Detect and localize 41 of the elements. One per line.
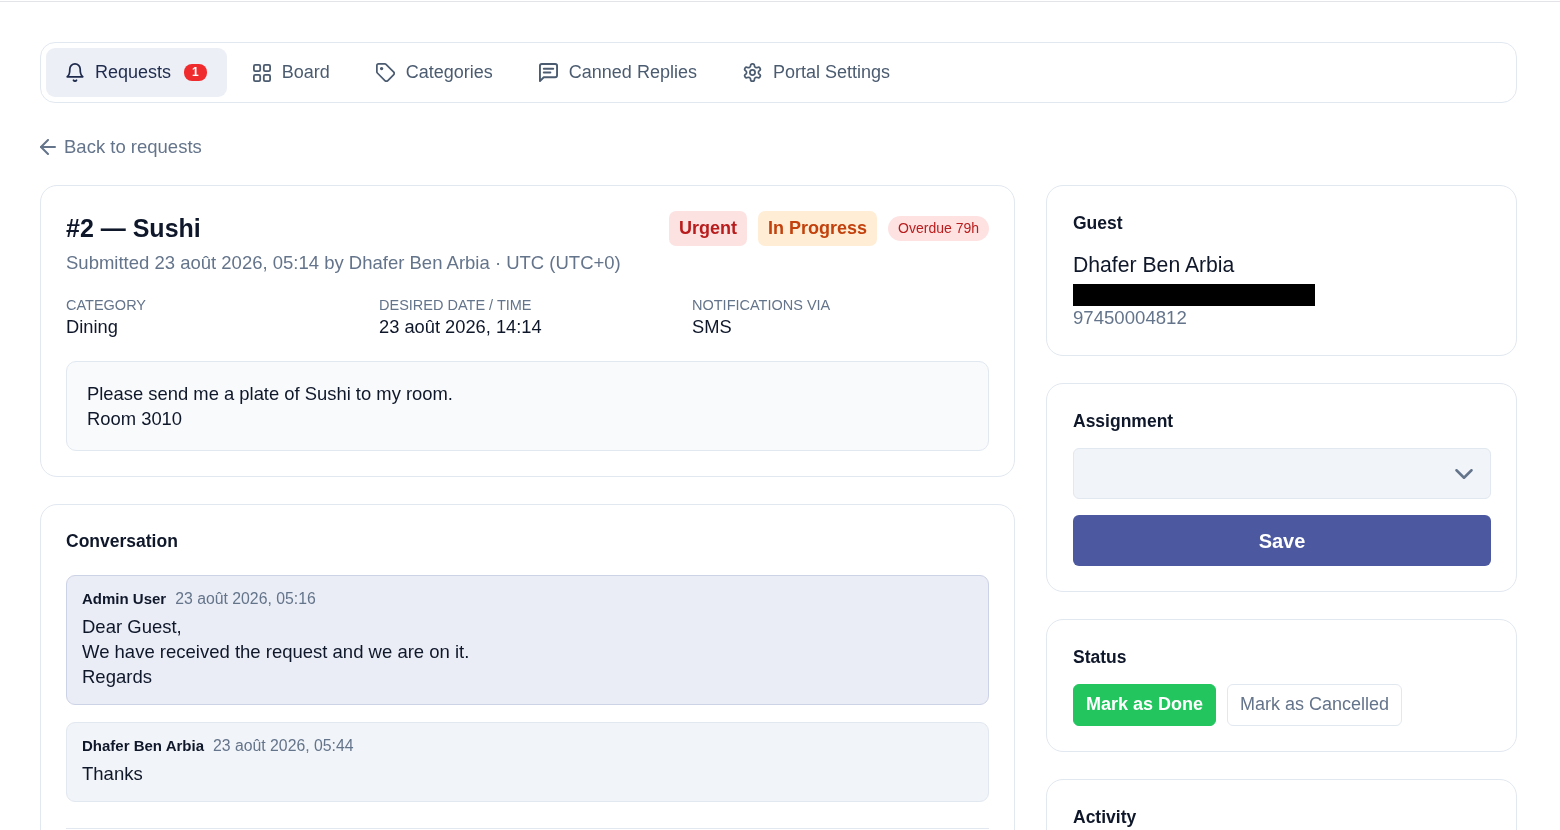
section-title: Conversation — [66, 530, 179, 552]
field-label: NOTIFICATIONS VIA — [692, 296, 832, 314]
priority-badge: Urgent — [669, 211, 747, 246]
field-label: CATEGORY — [66, 296, 148, 314]
assignee-select[interactable] — [1073, 448, 1491, 499]
mark-cancelled-button[interactable]: Mark as Cancelled — [1227, 684, 1403, 726]
submission-info: Submitted 23 août 2026, 05:14 by Dhafer Ben Arbia · UTC (UTC+0) — [66, 251, 622, 275]
grid-icon — [252, 63, 271, 82]
message-text: Thanks — [82, 762, 144, 786]
chevron-down-icon — [1455, 468, 1473, 479]
field-value: 23 août 2026, 14:14 — [379, 315, 543, 339]
field-value: SMS — [692, 315, 733, 339]
settings-icon — [742, 63, 762, 82]
back-link[interactable]: Back to requests — [40, 134, 202, 160]
message-text: Dear Guest, We have received the request and we are on it. Regards — [82, 615, 471, 689]
tab[interactable]: Categories — [355, 48, 513, 97]
tab[interactable]: Requests 1 — [46, 48, 227, 97]
request-title: #2 — Sushi — [66, 213, 201, 244]
tab[interactable]: Canned Replies — [518, 48, 717, 97]
message-time: 23 août 2026, 05:16 — [175, 590, 316, 607]
request-message: Please send me a plate of Sushi to my room. Room 3010 — [66, 361, 989, 451]
message-icon — [538, 63, 558, 82]
overdue-badge: Overdue 79h — [888, 216, 989, 241]
section-title: Status — [1073, 646, 1128, 668]
tag-icon — [375, 63, 395, 82]
message-author: Admin User — [82, 590, 167, 607]
section-title: Activity — [1073, 806, 1138, 828]
guest-phone: 97450004812 — [1073, 306, 1188, 330]
guest-name: Dhafer Ben Arbia — [1073, 253, 1236, 277]
tab[interactable]: Board — [232, 48, 350, 97]
message-author: Dhafer Ben Arbia — [82, 737, 204, 754]
section-title: Assignment — [1073, 410, 1175, 432]
save-button[interactable]: Save — [1073, 515, 1491, 566]
status-badge: In Progress — [758, 211, 878, 246]
bell-icon — [66, 63, 84, 82]
section-title: Guest — [1073, 212, 1124, 234]
count-badge: 1 — [184, 64, 207, 81]
field-value: Dining — [66, 315, 119, 339]
tab[interactable]: Portal Settings — [722, 48, 910, 97]
message-time: 23 août 2026, 05:44 — [213, 737, 354, 754]
field-label: DESIRED DATE / TIME — [379, 296, 533, 314]
